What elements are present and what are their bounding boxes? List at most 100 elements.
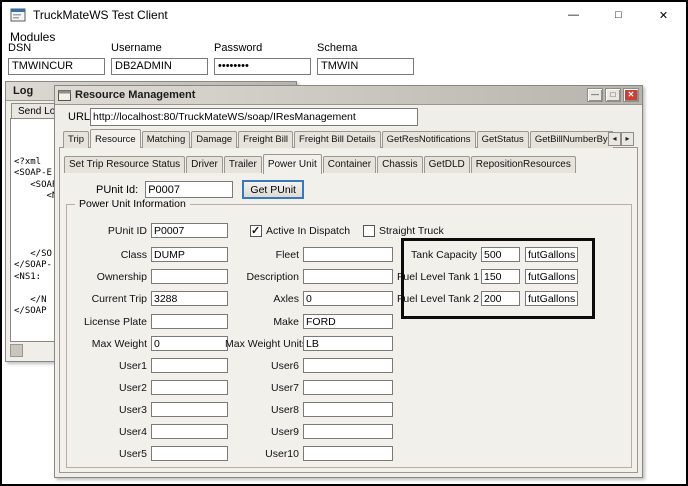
field-label: User6 [225, 360, 303, 372]
field-input[interactable] [151, 336, 228, 351]
get-punit-button[interactable]: Get PUnit [242, 180, 304, 199]
field-label: PUnit ID [69, 225, 151, 237]
field-label: User2 [69, 382, 151, 394]
field-input[interactable] [303, 336, 393, 351]
field-input[interactable] [303, 380, 393, 395]
field-input[interactable] [151, 247, 228, 262]
tab[interactable]: GetBillNumberByResource [530, 131, 613, 148]
close-icon[interactable]: ✕ [623, 88, 639, 102]
resource-caption-buttons: — □ ✕ [587, 88, 639, 102]
form-row: Tank Capacity [397, 246, 578, 263]
field-label: Class [69, 249, 151, 261]
resource-titlebar[interactable]: Resource Management — □ ✕ [55, 86, 642, 105]
field-input[interactable] [303, 424, 393, 439]
tab[interactable]: GetResNotifications [382, 131, 476, 148]
minimize-icon[interactable]: — [587, 88, 603, 102]
sub-tab[interactable]: Power Unit [263, 154, 322, 174]
checkbox-field[interactable]: Straight Truck [363, 222, 444, 239]
form-row: Class [69, 246, 228, 263]
field-input[interactable] [151, 291, 228, 306]
form-row: Fleet [225, 246, 393, 263]
tab[interactable]: Freight Bill Details [294, 131, 381, 148]
field-unit-input[interactable] [525, 291, 578, 306]
connection-field-input[interactable] [8, 58, 105, 75]
url-input[interactable] [90, 108, 418, 126]
sub-tab[interactable]: Container [323, 156, 376, 173]
field-input[interactable] [481, 291, 520, 306]
sub-tab[interactable]: Set Trip Resource Status [64, 156, 185, 173]
close-icon[interactable]: ✕ [641, 2, 686, 28]
form-row: Description [225, 268, 393, 285]
field-label: Tank Capacity [397, 249, 481, 261]
resource-tab-content: Set Trip Resource StatusDriverTrailerPow… [59, 147, 638, 473]
field-label: User10 [225, 448, 303, 460]
scroll-left-icon[interactable]: ◂ [608, 132, 621, 146]
form-row: PUnit ID [69, 222, 228, 239]
connection-field-input[interactable] [317, 58, 414, 75]
resource-window-title: Resource Management [75, 89, 195, 101]
field-input[interactable] [151, 223, 228, 238]
sub-tab[interactable]: Driver [186, 156, 223, 173]
tab[interactable]: Matching [142, 131, 191, 148]
field-label: Max Weight [69, 338, 151, 350]
field-input[interactable] [481, 269, 520, 284]
field-input[interactable] [303, 358, 393, 373]
field-unit-input[interactable] [525, 247, 578, 262]
field-input[interactable] [303, 269, 393, 284]
field-input[interactable] [303, 247, 393, 262]
field-input[interactable] [303, 402, 393, 417]
maximize-icon[interactable]: □ [596, 2, 641, 28]
connection-field: Schema [317, 42, 414, 75]
form-row: Fuel Level Tank 2 [397, 290, 578, 307]
url-label: URL [68, 111, 90, 123]
form-row: Fuel Level Tank 1 [397, 268, 578, 285]
connection-field: Username [111, 42, 208, 75]
field-input[interactable] [151, 402, 228, 417]
punit-id-input[interactable] [145, 181, 233, 198]
field-input[interactable] [151, 314, 228, 329]
checkbox[interactable] [250, 225, 262, 237]
field-input[interactable] [151, 424, 228, 439]
field-label: User9 [225, 426, 303, 438]
form-row: Ownership [69, 268, 228, 285]
field-input[interactable] [151, 380, 228, 395]
checkbox[interactable] [363, 225, 375, 237]
tab[interactable]: GetStatus [477, 131, 529, 148]
field-input[interactable] [303, 446, 393, 461]
sub-tab[interactable]: Chassis [377, 156, 423, 173]
field-label: User5 [69, 448, 151, 460]
field-label: Axles [225, 293, 303, 305]
tab[interactable]: Damage [191, 131, 237, 148]
connection-field-input[interactable] [111, 58, 208, 75]
maximize-icon[interactable]: □ [605, 88, 621, 102]
url-row: URL [68, 108, 418, 126]
app-icon [10, 8, 26, 22]
log-scroll-corner [10, 344, 23, 357]
field-input[interactable] [303, 291, 393, 306]
field-label: Description [225, 271, 303, 283]
tab[interactable]: Freight Bill [238, 131, 293, 148]
connection-fields: DSN Username Password Schema [8, 42, 414, 75]
field-input[interactable] [151, 446, 228, 461]
sub-tab[interactable]: RepositionResources [471, 156, 576, 173]
connection-field-input[interactable] [214, 58, 311, 75]
sub-tab[interactable]: GetDLD [424, 156, 470, 173]
field-label: User7 [225, 382, 303, 394]
log-window-title: Log [13, 85, 33, 97]
field-input[interactable] [303, 314, 393, 329]
main-titlebar[interactable]: TruckMateWS Test Client — □ ✕ [2, 2, 686, 28]
form-row: User4 [69, 423, 228, 440]
field-input[interactable] [151, 269, 228, 284]
field-input[interactable] [481, 247, 520, 262]
sub-tab[interactable]: Trailer [224, 156, 262, 173]
field-label: User8 [225, 404, 303, 416]
checkbox-label: Straight Truck [379, 225, 444, 237]
tab[interactable]: Resource [90, 129, 141, 148]
field-unit-input[interactable] [525, 269, 578, 284]
field-input[interactable] [151, 358, 228, 373]
connection-field-label: Schema [317, 42, 414, 54]
checkbox-field[interactable]: Active In Dispatch [250, 222, 350, 239]
tab[interactable]: Trip [63, 131, 89, 148]
scroll-right-icon[interactable]: ▸ [621, 132, 634, 146]
minimize-icon[interactable]: — [551, 2, 596, 28]
